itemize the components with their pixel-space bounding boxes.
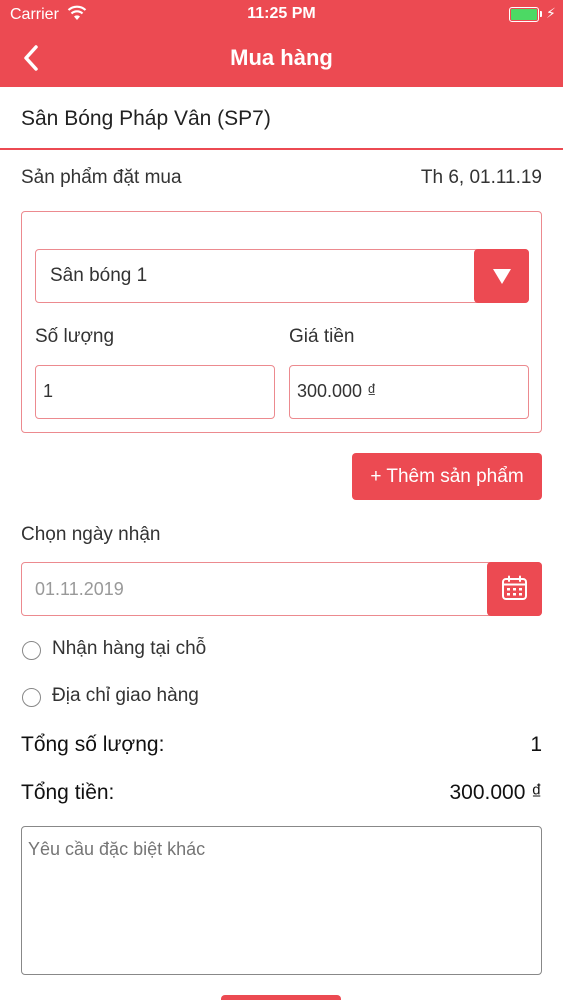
radio-address-label: Địa chỉ giao hàng xyxy=(52,685,199,706)
receive-date-placeholder: 01.11.2019 xyxy=(35,579,124,599)
total-amount-label: Tổng tiền: xyxy=(21,781,115,804)
order-date: Th 6, 01.11.19 xyxy=(420,167,542,188)
divider xyxy=(0,148,563,150)
total-quantity-label: Tổng số lượng: xyxy=(21,733,165,756)
radio-circle-icon[interactable] xyxy=(22,641,41,660)
product-select-value: Sân bóng 1 xyxy=(50,265,148,286)
quantity-field[interactable]: 1 xyxy=(35,365,275,419)
submit-button[interactable] xyxy=(221,995,341,1000)
price-field[interactable]: 300.000 ₫ xyxy=(289,365,529,419)
calendar-icon xyxy=(502,575,527,600)
page-title: Mua hàng xyxy=(230,45,333,70)
order-section-label: Sản phẩm đặt mua xyxy=(21,167,182,188)
battery-tip xyxy=(540,11,542,17)
charging-icon: ⚡ xyxy=(546,5,556,21)
status-time: 11:25 PM xyxy=(247,5,316,22)
total-quantity-value: 1 xyxy=(530,733,542,756)
quantity-label: Số lượng xyxy=(35,326,115,347)
product-card: Sân bóng 1 Số lượng Giá tiền 1 300.000 ₫ xyxy=(21,211,542,433)
venue-name: Sân Bóng Pháp Vân (SP7) xyxy=(21,107,271,130)
add-product-button[interactable]: + Thêm sản phẩm xyxy=(352,453,542,500)
battery-icon xyxy=(509,7,539,22)
price-label: Giá tiền xyxy=(289,326,355,347)
receive-date-label: Chọn ngày nhận xyxy=(21,524,161,545)
total-amount-value: 300.000 ₫ xyxy=(449,781,542,804)
special-request-input[interactable] xyxy=(21,826,542,975)
radio-pickup-label: Nhận hàng tại chỗ xyxy=(52,638,207,659)
calendar-button[interactable] xyxy=(487,562,542,616)
purchase-screen: Carrier 11:25 PM ⚡ Mua hàng Sân Bóng Phá… xyxy=(0,0,563,1000)
radio-circle-icon[interactable] xyxy=(22,688,41,707)
status-bar: Carrier 11:25 PM ⚡ xyxy=(0,0,563,30)
receive-date-field[interactable]: 01.11.2019 xyxy=(21,562,542,616)
dropdown-arrow-icon[interactable] xyxy=(474,249,529,303)
header: Carrier 11:25 PM ⚡ Mua hàng xyxy=(0,0,563,87)
product-select[interactable]: Sân bóng 1 xyxy=(35,249,529,303)
